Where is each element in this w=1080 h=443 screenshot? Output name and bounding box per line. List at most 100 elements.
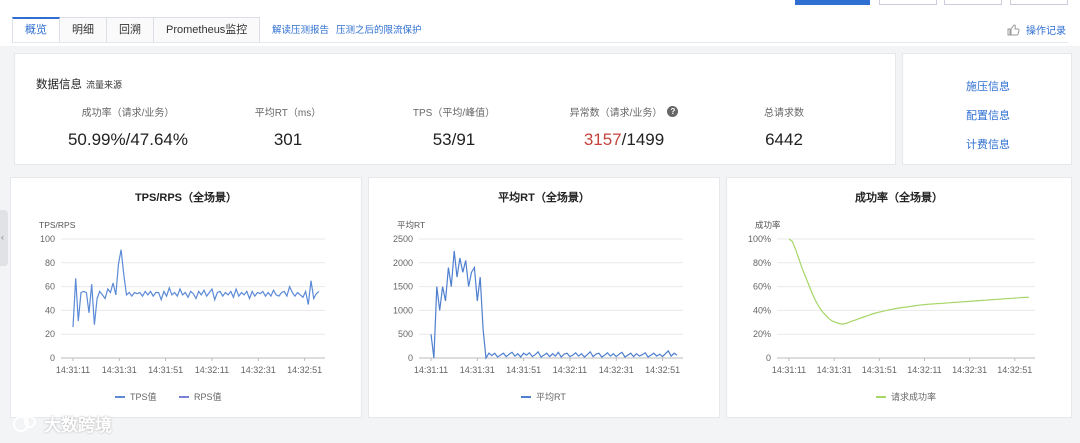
series-line [788, 238, 1030, 325]
y-tick-label: 2000 [393, 258, 413, 268]
summary-title-text: 数据信息 [36, 79, 82, 91]
watermark-logo-icon [13, 415, 36, 432]
pressure-info-link[interactable]: 施压信息 [903, 78, 1073, 94]
thumb-icon [1007, 23, 1020, 35]
y-tick-label: 1000 [393, 305, 413, 315]
y-tick-label: 0 [408, 353, 413, 363]
report-link[interactable]: 解读压测报告 [272, 22, 329, 36]
x-tick-label: 14:32:51 [645, 365, 680, 375]
metric-value: 50.99%/47.64% [67, 130, 189, 149]
y-tick-label: 60 [45, 282, 55, 292]
x-tick-label: 14:31:31 [817, 365, 852, 375]
x-tick-label: 14:31:51 [148, 365, 183, 375]
x-tick-label: 14:32:11 [907, 365, 941, 375]
toolbar-button[interactable] [944, 0, 1002, 5]
tps-chart-card: TPS/RPS（全场景） TPS/RPS 0 20 40 60 80 100 14:31:11… [10, 177, 362, 418]
traffic-source-label: 流量来源 [86, 80, 123, 90]
tab-overview[interactable]: 概览 [12, 17, 60, 43]
x-tick-label: 14:32:51 [287, 365, 322, 375]
legend-label[interactable]: 请求成功率 [891, 391, 936, 402]
y-tick-label: 100% [748, 234, 771, 244]
primary-action-button[interactable] [795, 0, 870, 5]
metric-value: 3157/1499 [549, 130, 699, 150]
tab-detail[interactable]: 明细 [60, 17, 107, 43]
help-icon[interactable]: ? [667, 106, 679, 117]
metric-success-rate: 成功率（请求/业务） 50.99%/47.64% [53, 104, 203, 150]
x-tick-label: 14:32:31 [952, 365, 987, 375]
y-tick-label: 0 [766, 353, 771, 363]
config-info-link[interactable]: 配置信息 [903, 107, 1073, 123]
y-tick-label: 40% [753, 305, 771, 315]
y-tick-label: 40 [45, 305, 55, 315]
info-links-card: 施压信息 配置信息 计费信息 [902, 53, 1072, 165]
metric-total-requests: 总请求数 6442 [709, 104, 859, 150]
tab-divider [12, 42, 1068, 43]
x-tick-label: 14:31:11 [56, 365, 90, 375]
y-tick-label: 80 [45, 258, 55, 268]
metric-value: 301 [273, 130, 303, 149]
tab-trace-back[interactable]: 回溯 [107, 17, 154, 43]
y-tick-label: 1500 [393, 282, 413, 292]
operation-log-link[interactable]: 操作记录 [1006, 22, 1066, 37]
business-error-count: /1499 [621, 130, 665, 149]
x-tick-label: 14:32:11 [553, 365, 587, 375]
metric-label: 平均RT（ms） [254, 108, 322, 119]
x-tick-label: 14:32:31 [241, 365, 276, 375]
metric-value: 53/91 [432, 130, 476, 149]
series-line [72, 249, 320, 328]
y-tick-label: 100 [40, 234, 55, 244]
x-tick-label: 14:31:51 [862, 365, 897, 375]
y-axis-title: 平均RT [397, 220, 425, 230]
series-line [430, 250, 678, 360]
y-tick-label: 80% [753, 258, 771, 268]
metric-tps: TPS（平均/峰值） 53/91 [379, 104, 529, 150]
y-axis-title: 成功率 [755, 220, 781, 230]
y-tick-label: 0 [50, 353, 55, 363]
rt-chart: 平均RT 0 500 1000 1500 2000 2500 14:31:11 14:31:31… [393, 220, 683, 402]
y-tick-label: 60% [753, 282, 771, 292]
x-tick-label: 14:32:31 [599, 365, 634, 375]
x-tick-label: 14:32:51 [997, 365, 1032, 375]
top-toolbar: 概览 明细 回溯 Prometheus监控 解读压测报告 压测之后的限流保护 操… [0, 0, 1080, 46]
summary-title: 数据信息 流量来源 [36, 76, 122, 92]
success-rate-chart: 成功率 0 20% 40% 60% 80% 100% 14:31:11 14:31:31 14:3… [748, 220, 1035, 402]
legend-label[interactable]: 平均RT [536, 391, 566, 402]
rt-chart-card: 平均RT（全场景） 平均RT 0 500 1000 1500 2000 2500 14:31:… [368, 177, 720, 418]
operation-log-label: 操作记录 [1026, 26, 1066, 37]
metric-label: TPS（平均/峰值） [412, 108, 496, 119]
x-tick-label: 14:31:51 [506, 365, 541, 375]
x-tick-label: 14:31:11 [414, 365, 448, 375]
chevron-left-icon: ‹ [1, 232, 4, 242]
x-tick-label: 14:31:31 [460, 365, 495, 375]
summary-card: 数据信息 流量来源 成功率（请求/业务） 50.99%/47.64% 平均RT（m… [14, 53, 896, 165]
x-tick-label: 14:31:31 [102, 365, 137, 375]
tab-bar: 概览 明细 回溯 Prometheus监控 [12, 17, 261, 43]
metric-errors: 异常数（请求/业务） ? 3157/1499 [549, 104, 699, 150]
watermark: 大数跨境 [12, 411, 112, 436]
metric-label: 异常数（请求/业务） [569, 108, 663, 119]
error-count: 3157 [583, 130, 622, 149]
tab-prometheus[interactable]: Prometheus监控 [154, 17, 261, 43]
metric-label: 总请求数 [764, 108, 804, 119]
metric-value: 6442 [765, 130, 803, 149]
legend-label[interactable]: TPS值 [130, 391, 157, 402]
y-tick-label: 500 [398, 329, 413, 339]
success-rate-chart-card: 成功率（全场景） 成功率 0 20% 40% 60% 80% 100% 14:31:11 14:… [726, 177, 1072, 418]
y-tick-label: 20 [45, 329, 55, 339]
toolbar-button[interactable] [879, 0, 937, 5]
toolbar-button[interactable] [1010, 0, 1068, 5]
x-tick-label: 14:32:11 [195, 365, 229, 375]
y-axis-title: TPS/RPS [39, 220, 76, 230]
rate-limit-link[interactable]: 压测之后的限流保护 [336, 22, 422, 36]
metric-label-row: 异常数（请求/业务） ? [549, 104, 699, 119]
x-tick-label: 14:31:11 [772, 365, 806, 375]
watermark-text: 大数跨境 [44, 416, 112, 435]
y-tick-label: 2500 [393, 234, 413, 244]
metric-label: 成功率（请求/业务） [81, 108, 175, 119]
y-tick-label: 20% [753, 329, 771, 339]
legend-label[interactable]: RPS值 [194, 391, 222, 402]
tps-chart: TPS/RPS 0 20 40 60 80 100 14:31:11 14:31:31 14:31… [39, 220, 325, 402]
collapse-handle[interactable]: ‹ [0, 210, 8, 266]
billing-info-link[interactable]: 计费信息 [903, 136, 1073, 152]
metric-avg-rt: 平均RT（ms） 301 [213, 104, 363, 150]
